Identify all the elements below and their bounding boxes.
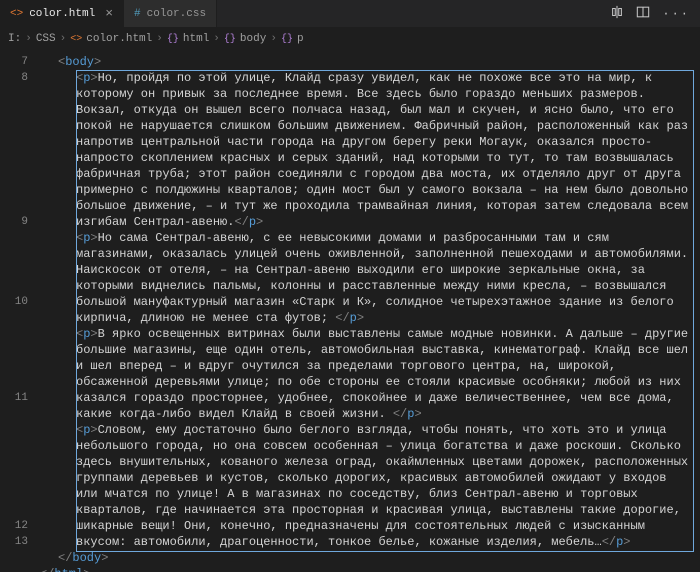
breadcrumb-label: I:: [8, 33, 21, 45]
breadcrumb-drive[interactable]: I:: [8, 33, 21, 45]
breadcrumb-symbol-p[interactable]: {} p: [281, 33, 304, 45]
chevron-right-icon: ›: [25, 33, 32, 45]
breadcrumb-folder[interactable]: CSS: [36, 33, 56, 45]
tab-bar-actions: ···: [600, 0, 700, 27]
chevron-right-icon: ›: [60, 33, 67, 45]
breadcrumb-label: CSS: [36, 33, 56, 45]
code-line: <p>Словом, ему достаточно было беглого в…: [40, 422, 700, 550]
chevron-right-icon: ›: [213, 33, 220, 45]
breadcrumb-file[interactable]: <> color.html: [70, 33, 152, 45]
more-actions-icon[interactable]: ···: [662, 7, 690, 21]
breadcrumb-symbol-html[interactable]: {} html: [167, 33, 209, 45]
breadcrumb-label: color.html: [86, 33, 152, 45]
css-file-icon: #: [134, 8, 141, 20]
tab-label: color.css: [147, 8, 206, 20]
compare-icon[interactable]: [610, 5, 624, 23]
chevron-right-icon: ›: [156, 33, 163, 45]
editor-area[interactable]: 78910111213 <body> <p>Но, пройдя по этой…: [0, 50, 700, 572]
chevron-right-icon: ›: [270, 33, 277, 45]
code-content[interactable]: <body> <p>Но, пройдя по этой улице, Клай…: [40, 50, 700, 572]
symbol-icon: {}: [224, 34, 236, 45]
breadcrumb-symbol-body[interactable]: {} body: [224, 33, 266, 45]
tab-bar: <> color.html × # color.css ···: [0, 0, 700, 28]
code-line: <p>Но сама Сентрал-авеню, с ее невысоким…: [40, 230, 700, 326]
breadcrumbs: I: › CSS › <> color.html › {} html › {} …: [0, 28, 700, 50]
breadcrumb-label: p: [297, 33, 304, 45]
split-editor-icon[interactable]: [636, 5, 650, 23]
code-line: </html>: [40, 566, 700, 572]
code-line: <p>В ярко освещенных витринах были выста…: [40, 326, 700, 422]
line-number-gutter: 78910111213: [0, 50, 40, 572]
html-file-icon: <>: [70, 34, 82, 45]
tab-color-css[interactable]: # color.css: [124, 0, 217, 27]
symbol-icon: {}: [167, 34, 179, 45]
code-line: <body>: [40, 54, 700, 70]
tab-label: color.html: [29, 8, 95, 20]
html-file-icon: <>: [10, 8, 23, 20]
code-line: <p>Но, пройдя по этой улице, Клайд сразу…: [40, 70, 700, 230]
close-icon[interactable]: ×: [105, 6, 113, 21]
code-line: </body>: [40, 550, 700, 566]
breadcrumb-label: body: [240, 33, 266, 45]
breadcrumb-label: html: [183, 33, 209, 45]
tab-color-html[interactable]: <> color.html ×: [0, 0, 124, 27]
symbol-icon: {}: [281, 34, 293, 45]
